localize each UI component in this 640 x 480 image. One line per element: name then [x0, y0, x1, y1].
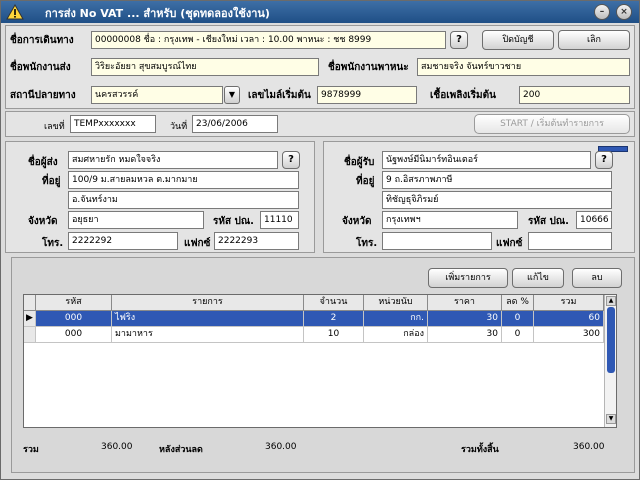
destination-select[interactable]: นครสวรรค์ — [91, 86, 223, 104]
after-discount-label: หลังส่วนลด — [159, 445, 203, 455]
sender-address-line2[interactable]: อ.จันทร์งาม — [68, 191, 299, 209]
total-label: รวม — [23, 445, 39, 455]
start-fuel-field[interactable]: 200 — [519, 86, 630, 104]
receiver-phone-label: โทร. — [356, 238, 378, 249]
col-unit[interactable]: หน่วยนับ — [364, 295, 428, 311]
doc-date-field[interactable]: 23/06/2006 — [192, 115, 278, 133]
trip-header-panel: ชื่อการเดินทาง 00000008 ชื่อ : กรุงเทพ -… — [5, 25, 635, 109]
add-item-button[interactable]: เพิ่มรายการ — [428, 268, 508, 288]
start-mile-field[interactable]: 9878999 — [317, 86, 417, 104]
sender-fax-label: แฟกซ์ — [184, 238, 211, 249]
col-code[interactable]: รหัส — [36, 295, 112, 311]
cell-item[interactable]: ไฟริง — [112, 311, 304, 327]
cell-qty[interactable]: 2 — [304, 311, 364, 327]
cell-item[interactable]: มามาหาร — [112, 327, 304, 343]
sender-staff-field[interactable]: วิริยะอัยยา สุขสมบูรณ์ไทย — [91, 58, 319, 76]
doc-number-field[interactable]: TEMPxxxxxxx — [70, 115, 156, 133]
sender-help-icon[interactable]: ? — [282, 151, 300, 169]
cell-discount[interactable]: 0 — [502, 311, 534, 327]
sender-postcode-label: รหัส ปณ. — [213, 216, 254, 227]
start-mile-label: เลขไมล์เริ่มต้น — [248, 90, 311, 101]
grand-total-value: 360.00 — [573, 442, 605, 452]
scroll-thumb[interactable] — [607, 307, 615, 373]
receiver-address-label: ที่อยู่ — [356, 176, 375, 187]
vertical-scrollbar[interactable]: ▲ ▼ — [604, 295, 616, 427]
sender-phone-field[interactable]: 2222292 — [68, 232, 178, 250]
sender-province-field[interactable]: อยุธยา — [68, 211, 204, 229]
receiver-postcode-label: รหัส ปณ. — [528, 216, 569, 227]
cell-unit[interactable]: กล่อง — [364, 327, 428, 343]
grand-total-label: รวมทั้งสิ้น — [461, 445, 499, 455]
cancel-button[interactable]: เลิก — [558, 30, 630, 50]
document-panel: เลขที่ TEMPxxxxxxx วันที่ 23/06/2006 STA… — [5, 111, 635, 137]
sender-postcode-field[interactable]: 11110 — [260, 211, 299, 229]
receiver-panel: ชื่อผู้รับ นัฐพงษ์มีนิมาร์ทอินเตอร์ ? ที… — [323, 141, 635, 253]
close-account-button[interactable]: ปิดบัญชี — [482, 30, 554, 50]
title-bar: การส่ง No VAT ... สำหรับ (ชุดทดลองใช้งาน… — [1, 1, 639, 23]
receiver-address-line1[interactable]: 9 ถ.อิสรภาพภาษี — [382, 171, 612, 189]
account-label: ชื่อการเดินทาง — [10, 35, 74, 46]
col-total[interactable]: รวม — [534, 295, 604, 311]
warning-icon — [6, 4, 24, 20]
sender-address-label: ที่อยู่ — [42, 176, 61, 187]
receiver-postcode-field[interactable]: 10666 — [576, 211, 612, 229]
sender-name-field[interactable]: สมศหายรัก หมดใจจริง — [68, 151, 278, 169]
col-discount[interactable]: ลด % — [502, 295, 534, 311]
start-fuel-label: เชื้อเพลิงเริ่มต้น — [430, 90, 496, 101]
start-button[interactable]: START / เริ่มต้นทำรายการ — [474, 114, 630, 134]
edit-item-button[interactable]: แก้ไข — [512, 268, 564, 288]
cell-qty[interactable]: 10 — [304, 327, 364, 343]
window-title: การส่ง No VAT ... สำหรับ (ชุดทดลองใช้งาน… — [45, 7, 270, 20]
scroll-down-icon[interactable]: ▼ — [606, 414, 616, 424]
items-table: รหัส รายการ จำนวน หน่วยนับ ราคา ลด % รวม… — [23, 294, 617, 428]
receiver-name-field[interactable]: นัฐพงษ์มีนิมาร์ทอินเตอร์ — [382, 151, 591, 169]
receiver-province-label: จังหวัด — [342, 216, 372, 227]
scroll-up-icon[interactable]: ▲ — [606, 296, 616, 306]
vehicle-staff-label: ชื่อพนักงานพาหนะ — [328, 62, 409, 73]
receiver-name-label: ชื่อผู้รับ — [344, 157, 375, 168]
cell-discount[interactable]: 0 — [502, 327, 534, 343]
app-window: การส่ง No VAT ... สำหรับ (ชุดทดลองใช้งาน… — [0, 0, 640, 480]
cell-code[interactable]: 000 — [36, 327, 112, 343]
receiver-province-field[interactable]: กรุงเทพฯ — [382, 211, 518, 229]
doc-date-label: วันที่ — [170, 122, 188, 132]
cell-code[interactable]: 000 — [36, 311, 112, 327]
cell-total[interactable]: 60 — [534, 311, 604, 327]
sender-phone-label: โทร. — [42, 238, 64, 249]
sender-fax-field[interactable]: 2222293 — [214, 232, 299, 250]
help-icon[interactable]: ? — [450, 31, 468, 49]
cell-total[interactable]: 300 — [534, 327, 604, 343]
chevron-down-icon[interactable]: ▼ — [224, 86, 240, 104]
vehicle-staff-field[interactable]: สมชายจริง จันทร์ขาวชาย — [417, 58, 630, 76]
row-indicator — [24, 327, 36, 343]
minimize-icon[interactable]: – — [594, 4, 610, 20]
col-item[interactable]: รายการ — [112, 295, 304, 311]
receiver-help-icon[interactable]: ? — [595, 151, 613, 169]
close-icon[interactable]: × — [616, 4, 632, 20]
col-price[interactable]: ราคา — [428, 295, 502, 311]
cell-price[interactable]: 30 — [428, 327, 502, 343]
total-value: 360.00 — [101, 442, 133, 452]
sender-province-label: จังหวัด — [28, 216, 58, 227]
doc-number-label: เลขที่ — [44, 122, 65, 132]
sender-name-label: ชื่อผู้ส่ง — [28, 157, 58, 168]
row-indicator-header — [24, 295, 36, 311]
after-discount-value: 360.00 — [265, 442, 297, 452]
destination-label: สถานีปลายทาง — [10, 90, 76, 101]
row-pointer-icon: ▶ — [24, 311, 36, 327]
sender-address-line1[interactable]: 100/9 ม.สายลมหวล ต.มากมาย — [68, 171, 299, 189]
account-field[interactable]: 00000008 ชื่อ : กรุงเทพ - เชียงใหม่ เวลา… — [91, 31, 446, 49]
delete-item-button[interactable]: ลบ — [572, 268, 622, 288]
receiver-fax-label: แฟกซ์ — [496, 238, 523, 249]
sender-panel: ชื่อผู้ส่ง สมศหายรัก หมดใจจริง ? ที่อยู่… — [5, 141, 315, 253]
cell-price[interactable]: 30 — [428, 311, 502, 327]
sender-staff-label: ชื่อพนักงานส่ง — [10, 62, 71, 73]
receiver-address-line2[interactable]: ทิชัญธุจิภิรมย์ — [382, 191, 612, 209]
cell-unit[interactable]: กก. — [364, 311, 428, 327]
receiver-fax-field[interactable] — [528, 232, 612, 250]
col-qty[interactable]: จำนวน — [304, 295, 364, 311]
receiver-phone-field[interactable] — [382, 232, 492, 250]
